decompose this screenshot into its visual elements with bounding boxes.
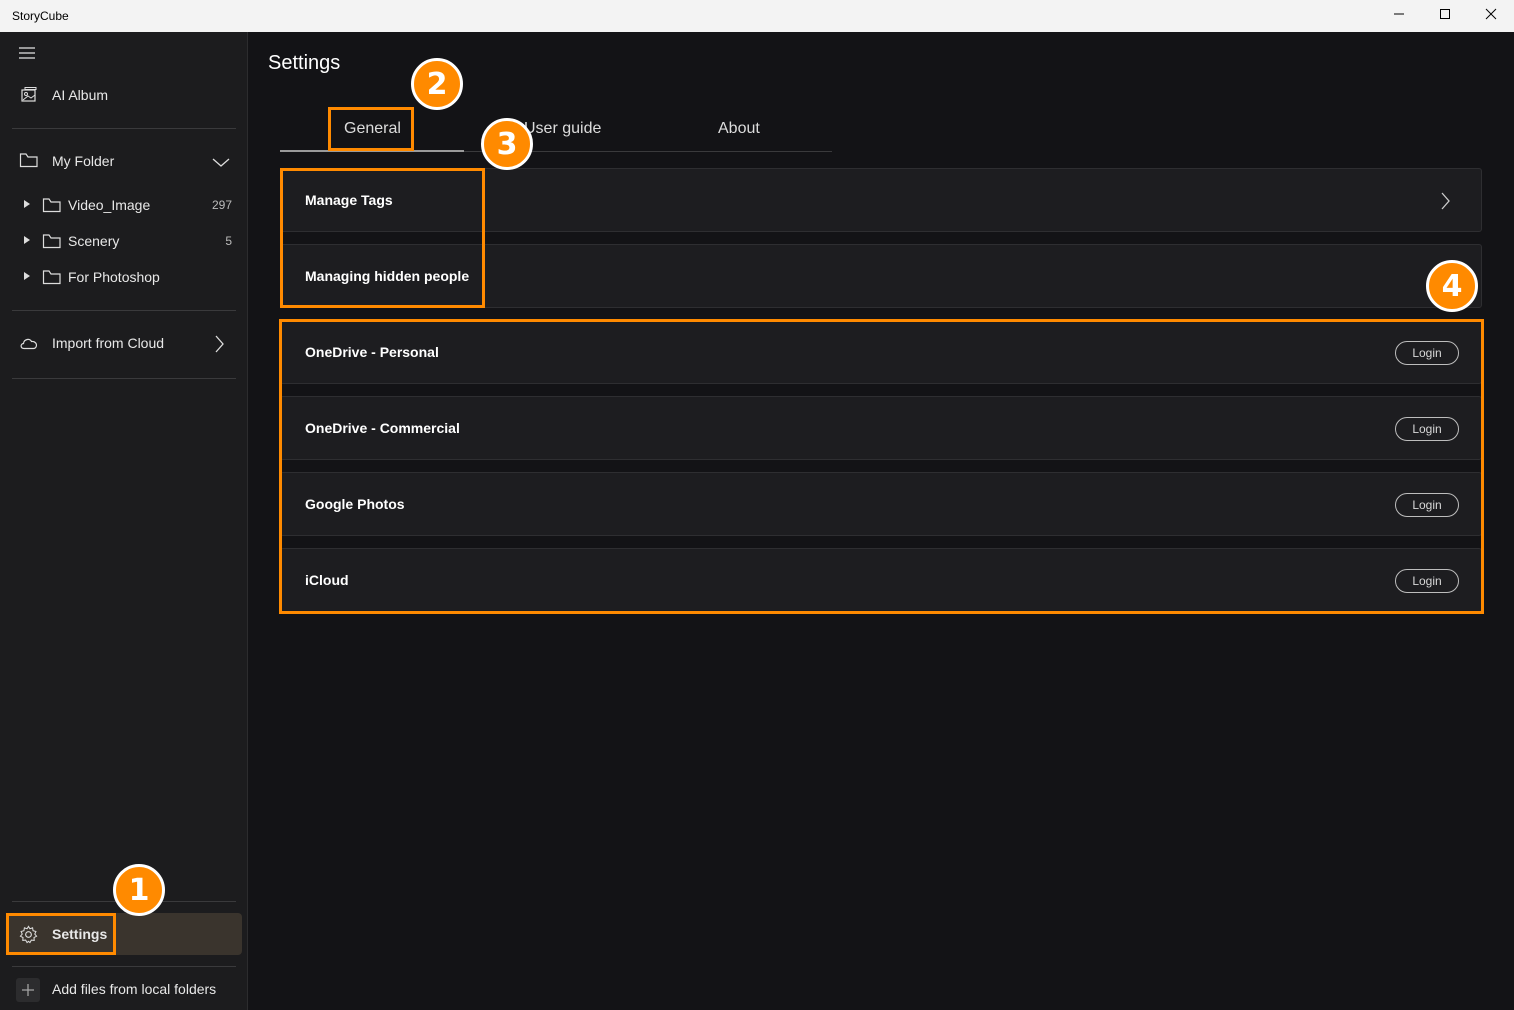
annotation-badge-2: 2 [411, 58, 463, 110]
divider [12, 310, 236, 311]
divider [12, 128, 236, 129]
folder-label: Video_Image [68, 197, 151, 213]
highlight-box-general-items [280, 168, 485, 308]
album-icon [20, 86, 38, 109]
folder-label: For Photoshop [68, 269, 160, 285]
app-title: StoryCube [12, 9, 69, 23]
chevron-right-icon [1441, 192, 1451, 215]
plus-icon [16, 978, 40, 1002]
highlight-box-settings [6, 913, 116, 955]
annotation-badge-4: 4 [1426, 260, 1478, 312]
folder-icon [42, 234, 61, 249]
folder-icon [42, 270, 61, 285]
close-icon [1485, 7, 1497, 25]
divider [12, 378, 236, 379]
cloud-icon [19, 336, 39, 355]
chevron-down-icon[interactable] [212, 155, 230, 173]
folder-item-scenery[interactable]: Scenery 5 [0, 224, 248, 260]
maximize-icon [1439, 7, 1451, 25]
title-bar: StoryCube [0, 0, 1514, 32]
hamburger-menu-button[interactable] [18, 46, 36, 65]
minimize-button[interactable] [1376, 0, 1422, 32]
tab-about[interactable]: About [718, 120, 760, 138]
minimize-icon [1393, 7, 1405, 25]
tab-user-guide[interactable]: User guide [524, 120, 601, 138]
sidebar-item-my-folder[interactable]: My Folder [0, 144, 248, 178]
divider [12, 966, 236, 967]
annotation-badge-1: 1 [113, 864, 165, 916]
page-title: Settings [268, 52, 341, 74]
chevron-right-icon [215, 335, 225, 358]
expand-arrow-icon[interactable] [24, 200, 30, 208]
hamburger-icon [18, 47, 36, 64]
expand-arrow-icon[interactable] [24, 236, 30, 244]
close-button[interactable] [1468, 0, 1514, 32]
sidebar-item-label: Import from Cloud [52, 335, 165, 351]
sidebar: AI Album My Folder Video_Image 297 Scene… [0, 32, 248, 1010]
sidebar-item-label: My Folder [52, 153, 115, 169]
sidebar-item-ai-album[interactable]: AI Album [0, 78, 248, 112]
maximize-button[interactable] [1422, 0, 1468, 32]
folder-icon [42, 198, 61, 213]
expand-arrow-icon[interactable] [24, 272, 30, 280]
add-files-label: Add files from local folders [52, 981, 217, 997]
folder-item-video-image[interactable]: Video_Image 297 [0, 188, 248, 224]
highlight-box-cloud-accounts [279, 319, 1484, 614]
folder-icon [19, 152, 39, 173]
sidebar-item-import-from-cloud[interactable]: Import from Cloud [0, 326, 248, 360]
folder-label: Scenery [68, 233, 120, 249]
folder-count: 5 [225, 234, 232, 248]
highlight-box-general-tab [328, 107, 414, 151]
add-files-button[interactable]: Add files from local folders [0, 974, 248, 1004]
annotation-badge-3: 3 [481, 118, 533, 170]
folder-count: 297 [211, 198, 232, 212]
folder-item-for-photoshop[interactable]: For Photoshop [0, 260, 248, 296]
sidebar-item-label: AI Album [52, 87, 109, 103]
